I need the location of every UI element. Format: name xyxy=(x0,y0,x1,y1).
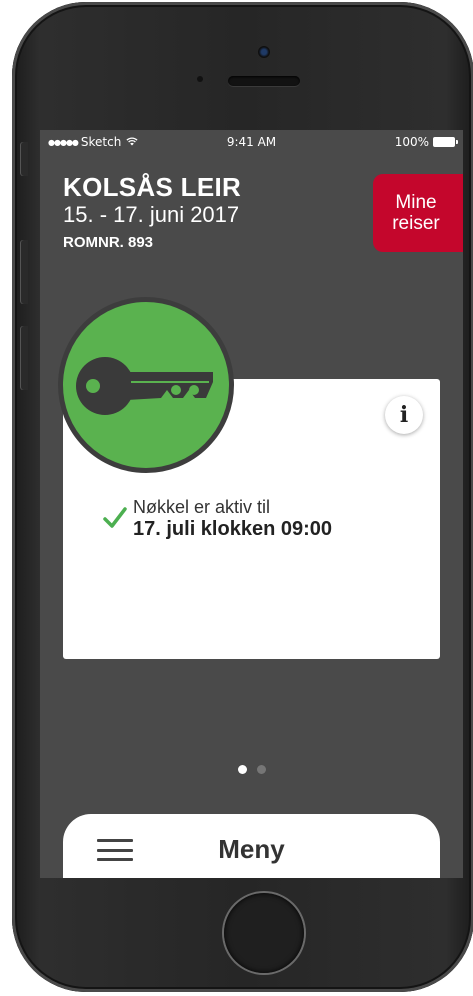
key-status: Nøkkel er aktiv til 17. juli klokken 09:… xyxy=(103,497,332,541)
page-dot-1[interactable] xyxy=(237,765,247,774)
battery-icon xyxy=(433,137,458,147)
check-icon xyxy=(103,507,127,528)
menu-label: Meny xyxy=(218,834,285,864)
my-trips-button[interactable]: Mine reiser xyxy=(373,174,463,252)
battery-percent: 100% xyxy=(394,135,429,149)
volume-up-button xyxy=(20,240,28,304)
trip-dates: 15. - 17. juni 2017 xyxy=(63,202,240,227)
mute-switch xyxy=(20,142,28,176)
info-icon: i xyxy=(399,402,409,428)
app-screen: ●●●●● Sketch 9:41 AM 100% KOLSÅS LEIR 15… xyxy=(40,130,463,878)
page-dot-2[interactable] xyxy=(256,765,266,774)
key-badge[interactable] xyxy=(58,297,234,473)
proximity-sensor xyxy=(197,76,203,82)
trip-title: KOLSÅS LEIR xyxy=(63,172,242,202)
home-button[interactable] xyxy=(224,893,304,973)
key-expiry-time: 17. juli klokken 09:00 xyxy=(133,518,332,540)
room-number: ROMNR. 893 xyxy=(63,234,154,251)
info-button[interactable]: i xyxy=(385,396,423,434)
status-right: 100% xyxy=(394,135,458,149)
earpiece-speaker xyxy=(228,76,300,86)
page-indicator xyxy=(40,765,463,774)
status-bar: ●●●●● Sketch 9:41 AM 100% xyxy=(40,130,463,154)
key-status-text: Nøkkel er aktiv til 17. juli klokken 09:… xyxy=(133,497,332,541)
key-active-label: Nøkkel er aktiv til xyxy=(133,497,271,517)
key-icon xyxy=(76,357,213,415)
front-camera xyxy=(258,46,270,58)
menu-bar[interactable]: Meny xyxy=(63,814,440,878)
my-trips-label-line-1: Mine xyxy=(395,192,437,213)
volume-down-button xyxy=(20,326,28,390)
my-trips-label-line-2: reiser xyxy=(392,213,440,234)
